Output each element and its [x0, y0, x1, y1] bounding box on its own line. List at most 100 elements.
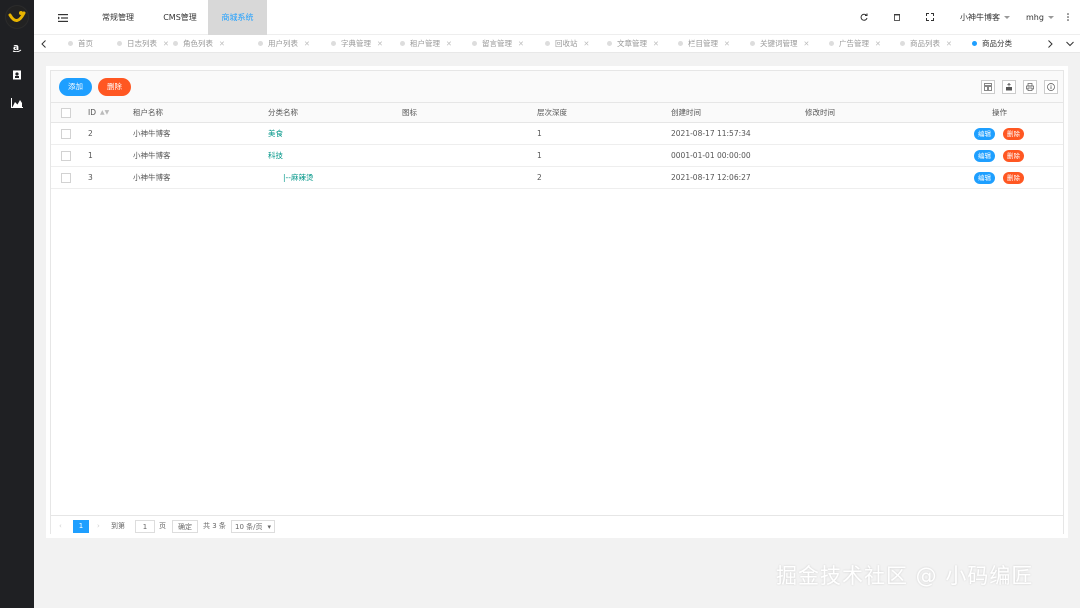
tab-label: 留言管理 — [482, 39, 512, 48]
close-icon[interactable]: ✕ — [875, 40, 881, 48]
menu-toggle-icon[interactable] — [56, 11, 70, 25]
tab-label: 日志列表 — [127, 39, 157, 48]
tab-role-list[interactable]: 角色列表 ✕ — [173, 35, 225, 53]
tab-label: 栏目管理 — [688, 39, 718, 48]
tab-dot-icon — [607, 40, 612, 46]
close-icon[interactable]: ✕ — [804, 40, 810, 48]
tab-dot-icon — [472, 40, 477, 46]
nav-cms-management[interactable]: CMS管理 — [152, 0, 208, 35]
edit-button[interactable]: 编辑 — [974, 172, 995, 184]
table-header: ID ▲▼ 租户名称 分类名称 图标 层次深度 创建时间 修改时间 操作 — [51, 103, 1063, 123]
close-icon[interactable]: ✕ — [946, 40, 952, 48]
delete-button[interactable]: 删除 — [98, 78, 131, 96]
tab-scroll-left-icon[interactable] — [34, 35, 54, 53]
column-header-tenant: 租户名称 — [133, 108, 163, 117]
close-icon[interactable]: ✕ — [724, 40, 730, 48]
tab-dot-icon — [68, 40, 73, 46]
tab-label: 广告管理 — [839, 39, 869, 48]
close-icon[interactable]: ✕ — [584, 40, 590, 48]
close-icon[interactable]: ✕ — [518, 40, 524, 48]
edit-button[interactable]: 编辑 — [974, 150, 995, 162]
current-page-button[interactable]: 1 — [73, 520, 89, 533]
tab-dot-icon — [117, 40, 122, 46]
tab-keyword[interactable]: 关键词管理 ✕ — [750, 35, 809, 53]
trash-icon[interactable] — [891, 11, 903, 23]
tab-dot-icon — [829, 40, 834, 46]
add-button[interactable]: 添加 — [59, 78, 92, 96]
tab-recycle-bin[interactable]: 回收站 ✕ — [545, 35, 589, 53]
page-number-input[interactable]: 1 — [135, 520, 155, 533]
row-checkbox[interactable] — [61, 129, 71, 139]
tab-message[interactable]: 留言管理 ✕ — [472, 35, 524, 53]
tab-label: 商品列表 — [910, 39, 940, 48]
tab-strip: 首页 日志列表 ✕ 角色列表 ✕ 用户列表 ✕ 字典管理 ✕ 租户管理 ✕ 留言管理 ✕ 回… — [34, 35, 1080, 53]
close-icon[interactable]: ✕ — [377, 40, 383, 48]
cell-tenant: 小神牛博客 — [133, 173, 171, 182]
row-checkbox[interactable] — [61, 173, 71, 183]
column-header-created: 创建时间 — [671, 108, 701, 117]
watermark: 掘金技术社区 @ 小码编匠 — [776, 564, 1034, 588]
page-size-select[interactable]: 10 条/页 ▾ — [231, 520, 275, 533]
tab-label: 角色列表 — [183, 39, 213, 48]
tab-column[interactable]: 栏目管理 ✕ — [678, 35, 730, 53]
cell-id: 2 — [88, 129, 93, 138]
column-header-id[interactable]: ID ▲▼ — [88, 103, 109, 123]
edit-button[interactable]: 编辑 — [974, 128, 995, 140]
tab-advertisement[interactable]: 广告管理 ✕ — [829, 35, 881, 53]
table-row: 3 小神牛博客 |--麻辣烫 2 2021-08-17 12:06:27 编辑 … — [51, 167, 1063, 189]
nav-mall-system[interactable]: 商城系统 — [208, 0, 267, 35]
tab-scroll-right-icon[interactable] — [1040, 35, 1060, 53]
tab-label: 回收站 — [555, 39, 578, 48]
tab-product-list[interactable]: 商品列表 ✕ — [900, 35, 952, 53]
tab-tenant[interactable]: 租户管理 ✕ — [400, 35, 452, 53]
nav-regular-management[interactable]: 常规管理 — [90, 0, 146, 35]
tab-label: 租户管理 — [410, 39, 440, 48]
row-checkbox[interactable] — [61, 151, 71, 161]
table-toolbar: 添加 删除 — [51, 71, 1063, 103]
tab-dictionary[interactable]: 字典管理 ✕ — [331, 35, 383, 53]
tab-log-list[interactable]: 日志列表 ✕ — [117, 35, 169, 53]
select-all-checkbox[interactable] — [61, 108, 71, 118]
tab-article[interactable]: 文章管理 ✕ — [607, 35, 659, 53]
goto-confirm-button[interactable]: 确定 — [172, 520, 198, 533]
category-table: 添加 删除 ID ▲▼ 租户名称 分类名称 图标 层次深度 创建时间 修改时间 … — [50, 70, 1064, 535]
goto-label: 到第 — [111, 522, 125, 530]
close-icon[interactable]: ✕ — [304, 40, 310, 48]
contact-book-icon[interactable] — [0, 65, 34, 85]
tab-label: 用户列表 — [268, 39, 298, 48]
next-page-icon[interactable]: › — [97, 520, 100, 533]
cell-tenant: 小神牛博客 — [133, 151, 171, 160]
close-icon[interactable]: ✕ — [163, 40, 169, 48]
cell-created: 2021-08-17 12:06:27 — [671, 173, 751, 182]
user-menu[interactable]: 小神牛博客 — [960, 0, 1010, 35]
more-vertical-icon[interactable] — [1062, 11, 1074, 23]
filter-columns-icon[interactable] — [981, 80, 995, 94]
tab-dot-icon — [900, 40, 905, 46]
table-row: 2 小神牛博客 美食 1 2021-08-17 11:57:34 编辑 删除 — [51, 123, 1063, 145]
tab-home[interactable]: 首页 — [68, 35, 93, 53]
refresh-icon[interactable] — [858, 11, 870, 23]
info-icon[interactable] — [1044, 80, 1058, 94]
tab-dot-icon — [173, 40, 178, 46]
tab-menu-chevron-down-icon[interactable] — [1060, 35, 1080, 53]
tab-user-list[interactable]: 用户列表 ✕ — [258, 35, 310, 53]
column-header-icon: 图标 — [402, 108, 417, 117]
row-delete-button[interactable]: 删除 — [1003, 128, 1024, 140]
logo-icon[interactable] — [5, 5, 29, 29]
fullscreen-icon[interactable] — [924, 11, 936, 23]
language-menu[interactable]: mhg — [1026, 0, 1054, 35]
area-chart-icon[interactable] — [0, 93, 34, 113]
sort-icon[interactable]: ▲▼ — [100, 103, 109, 123]
print-icon[interactable] — [1023, 80, 1037, 94]
user-name: 小神牛博客 — [960, 13, 1000, 22]
row-delete-button[interactable]: 删除 — [1003, 172, 1024, 184]
prev-page-icon[interactable]: ‹ — [59, 520, 62, 533]
close-icon[interactable]: ✕ — [653, 40, 659, 48]
close-icon[interactable]: ✕ — [219, 40, 225, 48]
export-icon[interactable] — [1002, 80, 1016, 94]
close-icon[interactable]: ✕ — [446, 40, 452, 48]
tab-label: 首页 — [78, 39, 93, 48]
row-delete-button[interactable]: 删除 — [1003, 150, 1024, 162]
tab-product-category[interactable]: 商品分类 — [972, 35, 1012, 53]
amazon-icon[interactable]: a — [0, 37, 34, 57]
